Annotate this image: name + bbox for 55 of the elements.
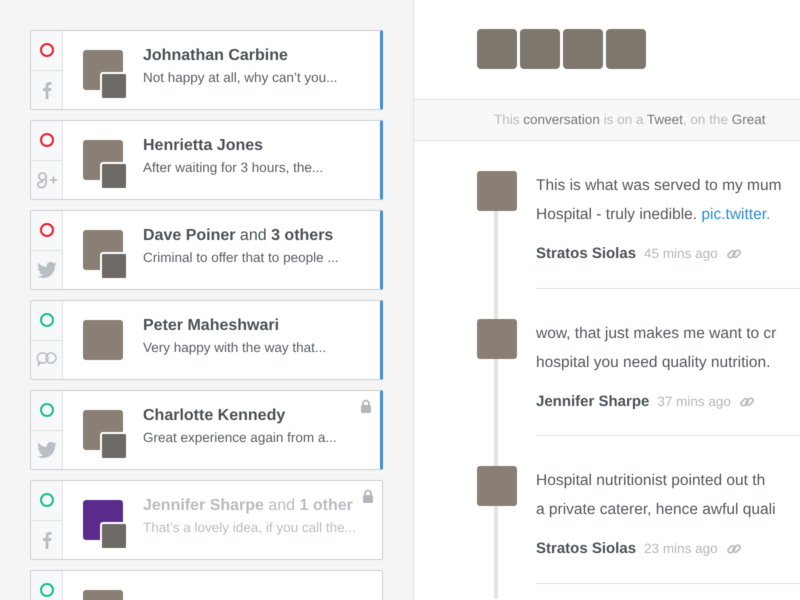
notice-text: , on the [682,112,728,127]
conversation-card[interactable]: Johnathan Carbine Not happy at all, why can’t you... [30,30,383,110]
contact-name: Jennifer Sharpe and 1 other [143,496,354,516]
avatar-placeholder [477,171,517,211]
author-name: Jennifer Sharpe [536,392,650,412]
avatar-placeholder [100,162,128,190]
avatar-placeholder [563,29,603,69]
message-preview: That’s a lovely idea, if you call the... [143,519,357,537]
contact-name: Dave Poiner and 3 others [143,226,334,246]
notice-link[interactable]: conversation [523,112,600,127]
notice-link[interactable]: Great [732,112,766,127]
author-name: Stratos Siolas [536,539,636,559]
message-preview: Great experience again from a... [143,429,338,447]
contact-name: Henrietta Jones [143,136,264,156]
avatar-placeholder [100,432,128,460]
avatar-placeholder [100,72,128,100]
avatar-placeholder [520,29,560,69]
notice-link[interactable]: Tweet [646,112,683,127]
avatar-placeholder [477,318,517,358]
message-text: a private caterer, hence awful quali [536,500,777,520]
facebook-icon [42,80,52,99]
avatar-placeholder [477,29,517,69]
conversation-card[interactable]: Charlotte Kennedy Great experience again from a... [30,390,383,470]
conversation-card[interactable]: Dave Poiner and 3 others Criminal to offer that to people ... [30,210,383,290]
conversation-card[interactable]: Henrietta Jones After waiting for 3 hours, the... [30,120,383,200]
message-preview: Criminal to offer that to people ... [143,249,340,267]
message-text: wow, that just makes me want to cr [536,324,778,344]
message-link[interactable]: pic.twitter. [701,206,770,223]
notice-text: This [494,112,520,127]
contact-name: Peter Maheshwari [143,316,280,336]
message-text: Hospital nutritionist pointed out th [536,471,766,491]
author-name: Stratos Siolas [536,244,636,264]
avatar-placeholder [83,320,123,360]
avatar-placeholder [100,252,128,280]
timestamp: 45 mins ago [644,245,718,264]
timestamp: 37 mins ago [657,392,731,411]
message-text: This is what was served to my mum [536,176,782,196]
avatar-placeholder [100,522,128,550]
message-preview: After waiting for 3 hours, the... [143,159,324,177]
twitter-icon [36,442,56,458]
conversation-card[interactable]: Peter Maheshwari Very happy with the way that... [30,300,383,380]
avatar-placeholder [477,466,517,506]
google-plus-icon [36,170,58,189]
twitter-icon [36,262,56,278]
facebook-icon [42,530,52,549]
contact-name: Charlotte Kennedy [143,406,286,426]
chat-icon [36,351,58,368]
avatar-placeholder [606,29,646,69]
message-text: Hospital - truly inedible. pic.twitter. [536,205,772,225]
message-preview: Not happy at all, why can’t you... [143,69,338,87]
message-preview: Very happy with the way that... [143,339,328,357]
contact-name: Johnathan Carbine [143,46,289,66]
timestamp: 23 mins ago [644,540,718,558]
message-text: hospital you need quality nutrition. [536,352,772,372]
notice-text: is on a [604,112,644,127]
